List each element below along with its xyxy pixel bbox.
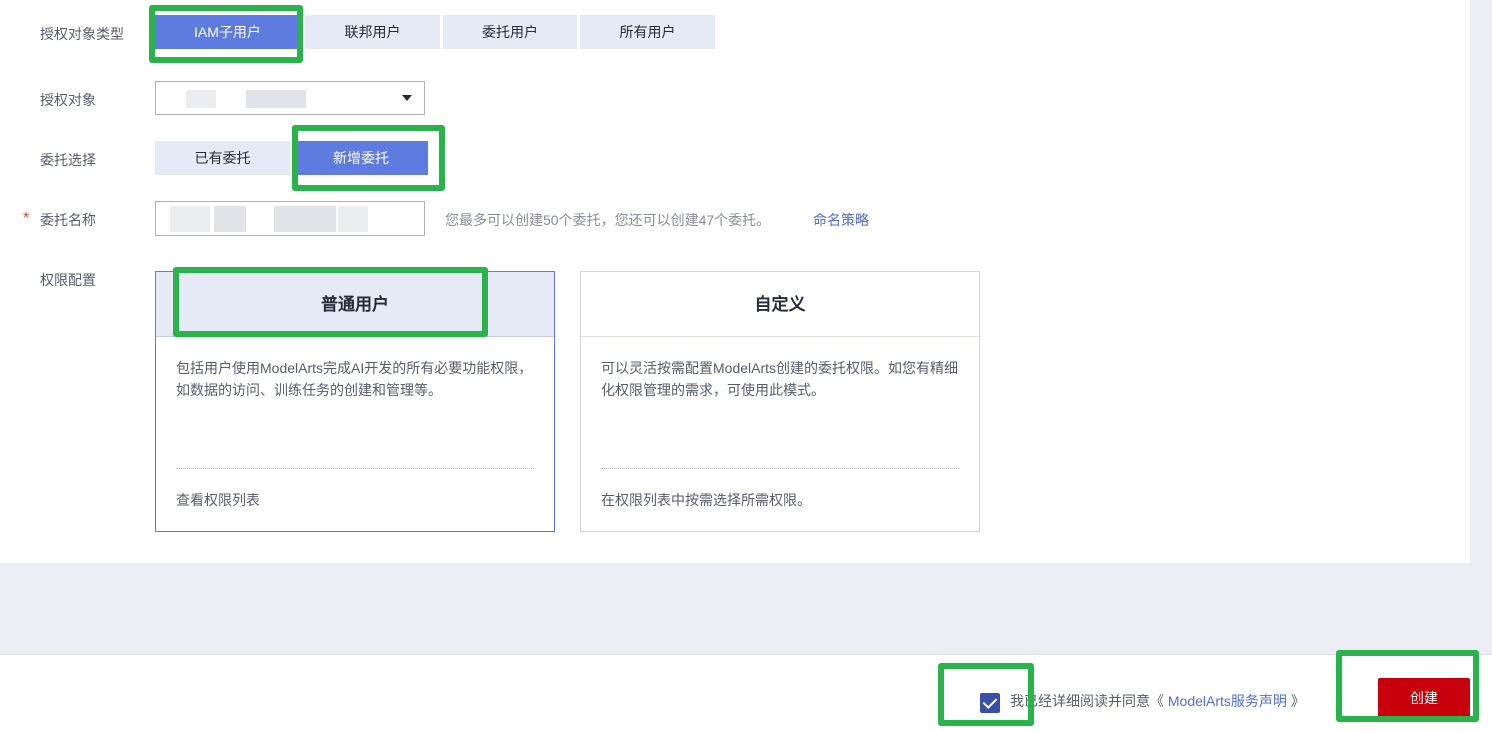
card-description: 包括用户使用ModelArts完成AI开发的所有必要功能权限，如数据的访问、训练… — [176, 360, 533, 398]
redacted-value — [186, 90, 216, 108]
permission-label: 权限配置 — [40, 272, 96, 288]
view-permission-list-link[interactable]: 查看权限列表 — [176, 490, 260, 510]
divider — [601, 468, 959, 469]
redacted-value — [246, 90, 306, 108]
agree-suffix: 》 — [1290, 693, 1305, 709]
service-statement-link[interactable]: ModelArts服务声明 — [1168, 693, 1287, 709]
card-custom[interactable]: 自定义 可以灵活按需配置ModelArts创建的委托权限。如您有精细化权限管理的… — [580, 271, 980, 532]
redacted-value — [338, 206, 368, 232]
redacted-value — [170, 206, 210, 232]
auth-type-federated-button[interactable]: 联邦用户 — [305, 15, 440, 49]
auth-type-all-button[interactable]: 所有用户 — [580, 15, 715, 49]
delegation-name-input[interactable] — [155, 201, 425, 236]
delegation-new-button[interactable]: 新增委托 — [294, 141, 428, 175]
agree-text: 我已经详细阅读并同意《 ModelArts服务声明 》 — [1010, 691, 1305, 711]
agree-prefix: 我已经详细阅读并同意《 — [1010, 693, 1164, 709]
divider — [176, 468, 534, 469]
auth-type-label: 授权对象类型 — [40, 26, 124, 42]
card-description: 可以灵活按需配置ModelArts创建的委托权限。如您有精细化权限管理的需求，可… — [601, 360, 959, 398]
auth-target-select[interactable] — [155, 81, 425, 115]
delegation-name-label: 委托名称 — [40, 212, 96, 228]
agree-checkbox[interactable] — [980, 693, 1000, 713]
redacted-value — [214, 206, 246, 232]
required-mark: * — [23, 210, 30, 227]
redacted-value — [274, 206, 336, 232]
form-panel: 授权对象类型 IAM子用户 联邦用户 委托用户 所有用户 授权对象 委托选择 已… — [0, 0, 1470, 563]
delegation-choice-label: 委托选择 — [40, 152, 96, 168]
auth-target-label: 授权对象 — [40, 92, 96, 108]
card-title: 自定义 — [581, 272, 979, 337]
card-standard-user[interactable]: 普通用户 包括用户使用ModelArts完成AI开发的所有必要功能权限，如数据的… — [155, 271, 555, 532]
auth-type-iam-button[interactable]: IAM子用户 — [155, 15, 300, 49]
delegation-existing-button[interactable]: 已有委托 — [155, 141, 290, 175]
card-title: 普通用户 — [156, 272, 554, 337]
delegation-hint: 您最多可以创建50个委托，您还可以创建47个委托。 — [445, 212, 771, 228]
naming-policy-link[interactable]: 命名策略 — [813, 210, 869, 230]
chevron-down-icon — [402, 95, 412, 101]
create-button[interactable]: 创建 — [1378, 678, 1470, 718]
card-footer-text: 在权限列表中按需选择所需权限。 — [601, 492, 811, 508]
auth-type-delegated-button[interactable]: 委托用户 — [443, 15, 577, 49]
